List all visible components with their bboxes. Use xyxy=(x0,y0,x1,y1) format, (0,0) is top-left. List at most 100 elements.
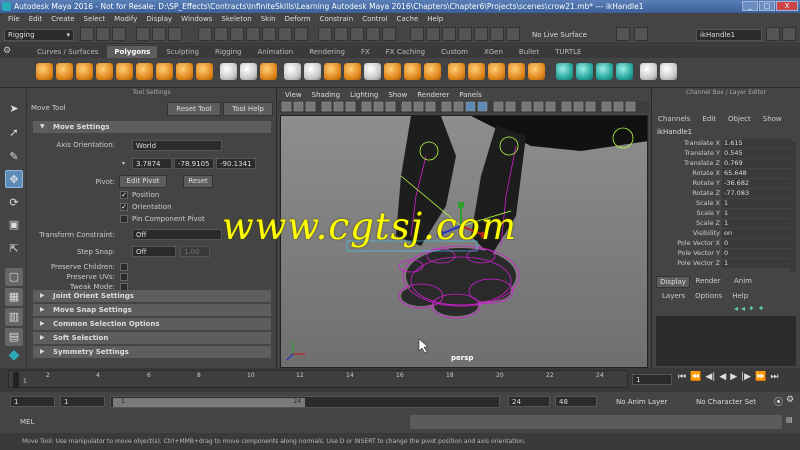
channel-value[interactable]: 1 xyxy=(722,209,792,218)
character-set-dropdown[interactable]: No Character Set xyxy=(692,396,770,407)
ipr-render-icon[interactable] xyxy=(474,27,488,41)
channel-value[interactable]: -36.682 xyxy=(722,179,792,188)
play-backwards-icon[interactable]: ◀ xyxy=(719,372,726,382)
snap-live-icon[interactable] xyxy=(382,27,396,41)
pivot-reset-button[interactable]: Reset xyxy=(183,175,213,188)
quick-rename-icon[interactable] xyxy=(634,27,648,41)
menu-deform[interactable]: Deform xyxy=(285,15,311,23)
layout-four-icon[interactable]: ▦ xyxy=(5,288,23,306)
time-slider[interactable]: 1 2 4 6 8 10 12 14 16 18 20 22 24 1 ⏮ ⏪ … xyxy=(0,368,800,392)
tab-fx-caching[interactable]: FX Caching xyxy=(379,46,432,58)
move-snap-section[interactable]: ▶ Move Snap Settings xyxy=(33,304,271,316)
channel-value[interactable]: on xyxy=(722,229,792,238)
select-handle-icon[interactable] xyxy=(198,27,212,41)
move-settings-section[interactable]: ▼ Move Settings xyxy=(33,121,271,133)
common-selection-section[interactable]: ▶ Common Selection Options xyxy=(33,318,271,330)
tab-custom[interactable]: Custom xyxy=(434,46,475,58)
symmetry-section[interactable]: ▶ Symmetry Settings xyxy=(33,346,271,358)
move-layer-down-icon[interactable]: ◂ xyxy=(741,304,745,313)
menu-file[interactable]: File xyxy=(8,15,20,23)
menu-help[interactable]: Help xyxy=(427,15,443,23)
channel-row[interactable]: Translate Z 0.769 xyxy=(652,159,792,169)
menu-select[interactable]: Select xyxy=(84,15,106,23)
joint-orient-section[interactable]: ▶ Joint Orient Settings xyxy=(33,290,271,302)
playback-end-field[interactable]: 24 xyxy=(508,396,550,407)
move-tool-icon[interactable]: ✥ xyxy=(5,170,23,188)
shelf-settings-gear-icon[interactable]: ⚙ xyxy=(3,46,15,57)
poly-append-icon[interactable] xyxy=(364,63,381,80)
tab-rendering[interactable]: Rendering xyxy=(302,46,352,58)
animation-start-field[interactable]: 1 xyxy=(10,396,55,407)
poly-bridge-icon[interactable] xyxy=(344,63,361,80)
playback-start-field[interactable]: 1 xyxy=(60,396,105,407)
symmetry-icon[interactable] xyxy=(616,27,630,41)
channel-row[interactable]: Rotate Z -77.083 xyxy=(652,189,792,199)
play-forwards-icon[interactable]: ▶ xyxy=(730,372,737,382)
select-dynamic-icon[interactable] xyxy=(278,27,292,41)
command-input[interactable] xyxy=(42,415,407,429)
channel-value[interactable]: 0 xyxy=(722,249,792,258)
menu-control[interactable]: Control xyxy=(362,15,387,23)
uv-spherical-icon[interactable] xyxy=(596,63,613,80)
hypershade-icon[interactable] xyxy=(506,27,520,41)
close-button[interactable]: X xyxy=(776,1,798,11)
minimize-button[interactable]: _ xyxy=(742,1,758,11)
poly-cube-icon[interactable] xyxy=(56,63,73,80)
menu-create[interactable]: Create xyxy=(51,15,74,23)
coord-z-field[interactable]: -90.1341 xyxy=(216,158,256,169)
menuset-dropdown[interactable]: Rigging ▾ xyxy=(4,29,74,41)
menu-windows[interactable]: Windows xyxy=(181,15,212,23)
save-scene-icon[interactable] xyxy=(112,27,126,41)
channel-row[interactable]: Scale Y1 xyxy=(652,209,792,219)
layout-side-icon[interactable]: ▥ xyxy=(5,308,23,326)
step-back-key-icon[interactable]: ◀| xyxy=(705,372,715,382)
snap-view-icon[interactable] xyxy=(366,27,380,41)
object-menu[interactable]: Object xyxy=(728,115,751,123)
channel-row[interactable]: Pole Vector Y0 xyxy=(652,249,792,259)
select-object-icon[interactable] xyxy=(152,27,166,41)
tab-fx[interactable]: FX xyxy=(354,46,377,58)
channel-row[interactable]: Scale Z1 xyxy=(652,219,792,229)
viewport-menu-shading[interactable]: Shading xyxy=(312,91,340,99)
edit-menu[interactable]: Edit xyxy=(702,115,716,123)
poly-cylinder-icon[interactable] xyxy=(76,63,93,80)
mel-label[interactable]: MEL xyxy=(20,418,34,426)
poly-fill-hole-icon[interactable] xyxy=(424,63,441,80)
tab-sculpting[interactable]: Sculpting xyxy=(159,46,206,58)
channel-value[interactable]: 0.769 xyxy=(722,159,792,168)
position-checkbox[interactable]: ✓ xyxy=(120,191,128,199)
go-to-end-icon[interactable]: ⏭ xyxy=(770,372,778,382)
collapse-icon[interactable] xyxy=(528,63,545,80)
poly-smooth-icon[interactable] xyxy=(260,63,277,80)
move-layer-up-icon[interactable]: ◂ xyxy=(734,304,738,313)
construction-icon[interactable] xyxy=(426,27,440,41)
select-joint-icon[interactable] xyxy=(214,27,228,41)
select-curve-icon[interactable] xyxy=(230,27,244,41)
select-tool-icon[interactable]: ➤ xyxy=(5,100,23,118)
axis-orientation-dropdown[interactable]: World xyxy=(132,140,222,151)
channel-value[interactable]: 1 xyxy=(722,219,792,228)
preferences-icon[interactable]: ⚙ xyxy=(786,395,796,407)
coord-y-field[interactable]: -78.9105 xyxy=(174,158,214,169)
reset-tool-button[interactable]: Reset Tool xyxy=(167,102,221,116)
channel-scrollbar[interactable] xyxy=(790,142,796,272)
new-layer-icon[interactable]: ✦ xyxy=(748,304,755,313)
channel-value[interactable]: 1.615 xyxy=(722,139,792,148)
multi-cut-icon[interactable] xyxy=(448,63,465,80)
new-layer-selected-icon[interactable]: ✦ xyxy=(758,304,765,313)
uv-planar-icon[interactable] xyxy=(556,63,573,80)
pin-pivot-checkbox[interactable] xyxy=(120,215,128,223)
poly-prism-icon[interactable] xyxy=(196,63,213,80)
tab-render[interactable]: Render xyxy=(691,276,725,288)
poly-combine-icon[interactable] xyxy=(220,63,237,80)
menu-display[interactable]: Display xyxy=(146,15,172,23)
viewport-menu-show[interactable]: Show xyxy=(388,91,407,99)
auto-key-icon[interactable]: ⦿ xyxy=(774,395,784,408)
select-render-icon[interactable] xyxy=(294,27,308,41)
soft-selection-section[interactable]: ▶ Soft Selection xyxy=(33,332,271,344)
viewport-menu-renderer[interactable]: Renderer xyxy=(417,91,449,99)
transform-constraint-dropdown[interactable]: Off xyxy=(132,229,222,240)
options-menu[interactable]: Options xyxy=(695,292,722,300)
tool-help-button[interactable]: Tool Help xyxy=(223,102,273,116)
open-scene-icon[interactable] xyxy=(96,27,110,41)
